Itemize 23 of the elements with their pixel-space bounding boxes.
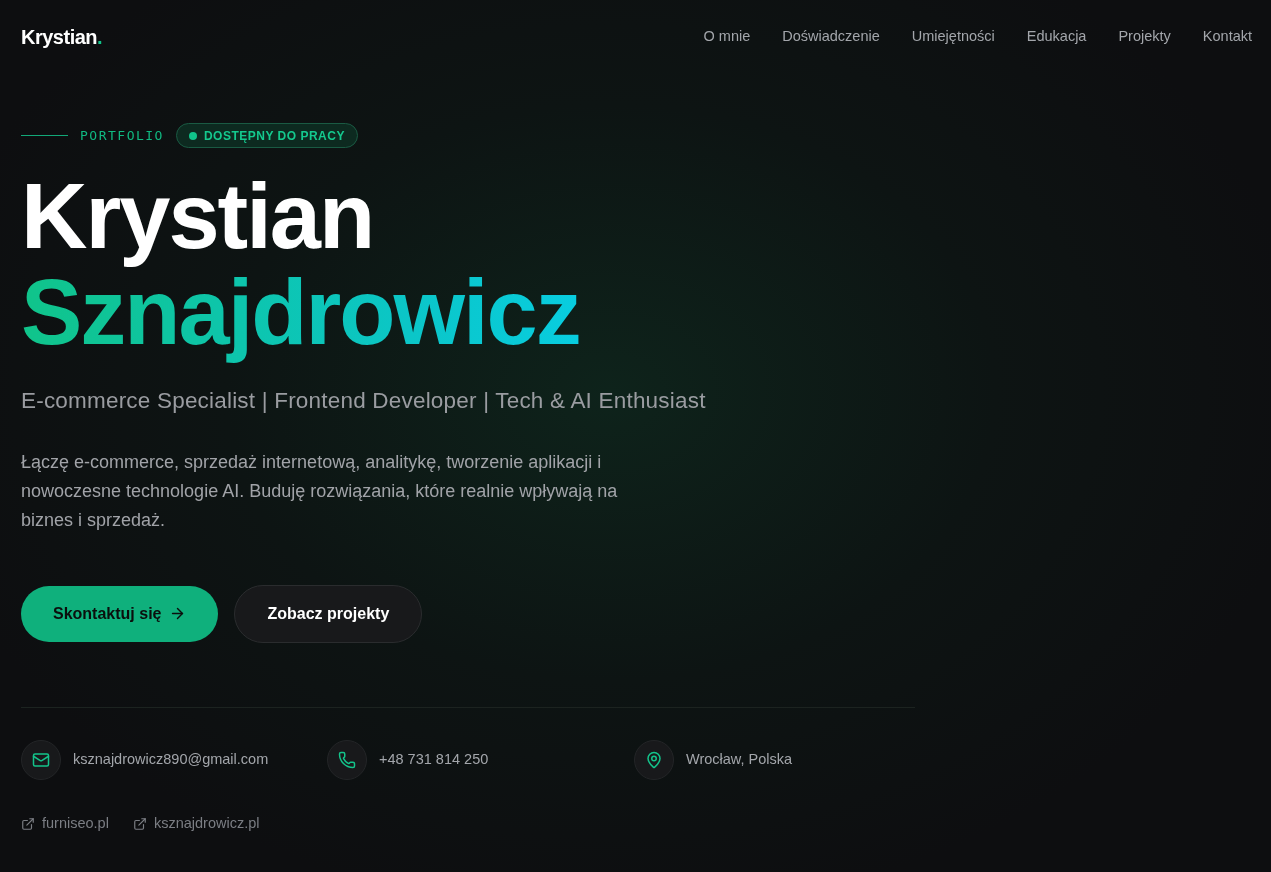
contact-text: Wrocław, Polska: [686, 749, 793, 769]
nav-link[interactable]: Umiejętności: [911, 26, 995, 48]
hero-description: Łączę e-commerce, sprzedaż internetową, analitykę, tworzenie aplikacji i nowoczesne technologie AI. Buduję rozwiązania, które realnie wpływają na biznes i sprzedaż.: [21, 450, 619, 532]
external-link-icon: [21, 816, 35, 831]
eyebrow-label: PORTFOLIO: [80, 126, 164, 145]
nav-link[interactable]: Edukacja: [1026, 26, 1087, 48]
website-link[interactable]: ksznajdrowicz.pl: [132, 812, 260, 835]
phone-icon: [327, 739, 367, 780]
nav-link[interactable]: Projekty: [1118, 26, 1171, 48]
map-pin-icon: [634, 739, 674, 780]
website-link[interactable]: furniseo.pl: [21, 812, 109, 835]
hero-subtitle: E-commerce Specialist | Frontend Developer | Tech & AI Enthusiast: [21, 387, 706, 415]
logo[interactable]: Krystian.: [21, 22, 103, 52]
envelope-icon: [21, 739, 61, 780]
nav-link[interactable]: O mnie: [703, 26, 751, 48]
contact-text: ksznajdrowicz890@gmail.com: [73, 749, 269, 769]
external-link-icon: [132, 816, 147, 831]
contact-button[interactable]: Skontaktuj się: [21, 585, 219, 642]
projects-button[interactable]: Zobacz projekty: [234, 584, 423, 643]
nav-link[interactable]: Doświadczenie: [782, 26, 880, 48]
status-text: DOSTĘPNY DO PRACY: [203, 127, 345, 145]
nav-link[interactable]: Kontakt: [1202, 26, 1252, 48]
contact-text: +48 731 814 250: [379, 749, 489, 769]
